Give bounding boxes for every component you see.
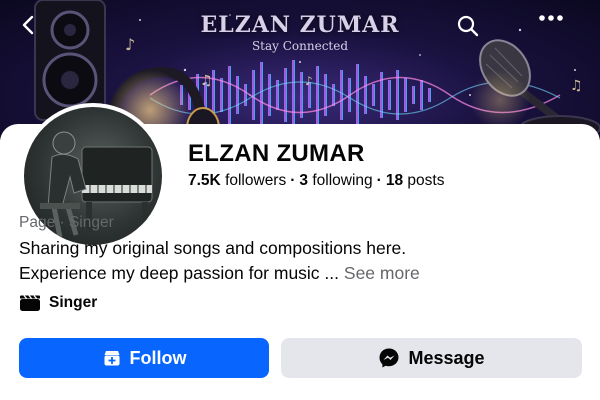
- message-button[interactable]: Message: [281, 338, 582, 378]
- add-page-icon: [104, 351, 119, 366]
- category-tag: Singer: [19, 294, 97, 312]
- following-count: 3: [299, 172, 309, 189]
- cover-title: ELZAN ZUMAR: [200, 12, 400, 38]
- clapperboard-icon: [20, 295, 40, 311]
- bio-line-1: Sharing my original songs and compositio…: [19, 238, 407, 258]
- separator-dot: ·: [376, 172, 382, 189]
- category-tag-label: Singer: [49, 294, 98, 311]
- bio-line-2: Experience my deep passion for music ...: [19, 263, 340, 283]
- messenger-icon: [379, 348, 399, 368]
- back-button[interactable]: [18, 14, 54, 50]
- svg-text:♪: ♪: [305, 74, 313, 88]
- posts-label: posts: [407, 172, 445, 189]
- profile-name: ELZAN ZUMAR: [188, 140, 365, 167]
- posts-link[interactable]: 18 posts: [386, 172, 445, 189]
- bio-text: Sharing my original songs and compositio…: [19, 236, 589, 286]
- following-link[interactable]: 3 following: [299, 172, 372, 189]
- chevron-left-icon: [22, 15, 34, 35]
- more-options-button[interactable]: [538, 14, 574, 50]
- search-icon: [457, 15, 479, 37]
- svg-text:♫: ♫: [200, 73, 213, 89]
- follow-button[interactable]: Follow: [19, 338, 269, 378]
- followers-link[interactable]: 7.5K followers: [188, 172, 286, 189]
- more-dots-icon: [539, 15, 563, 21]
- profile-stats: 7.5K followers · 3 following · 18 posts: [188, 172, 444, 190]
- cover-subtitle: Stay Connected: [251, 39, 349, 53]
- search-button[interactable]: [456, 14, 492, 50]
- bio-line-2-wrap: Experience my deep passion for music ...…: [19, 261, 589, 286]
- see-more-link[interactable]: See more: [344, 263, 420, 283]
- followers-count: 7.5K: [188, 172, 221, 189]
- posts-count: 18: [385, 172, 404, 189]
- following-label: following: [312, 172, 373, 189]
- follow-button-label: Follow: [129, 347, 187, 368]
- message-button-label: Message: [408, 347, 485, 368]
- svg-text:♫: ♫: [570, 78, 583, 94]
- page-category: Page · Singer: [19, 214, 114, 231]
- separator-dot: ·: [290, 172, 296, 189]
- followers-label: followers: [225, 172, 287, 189]
